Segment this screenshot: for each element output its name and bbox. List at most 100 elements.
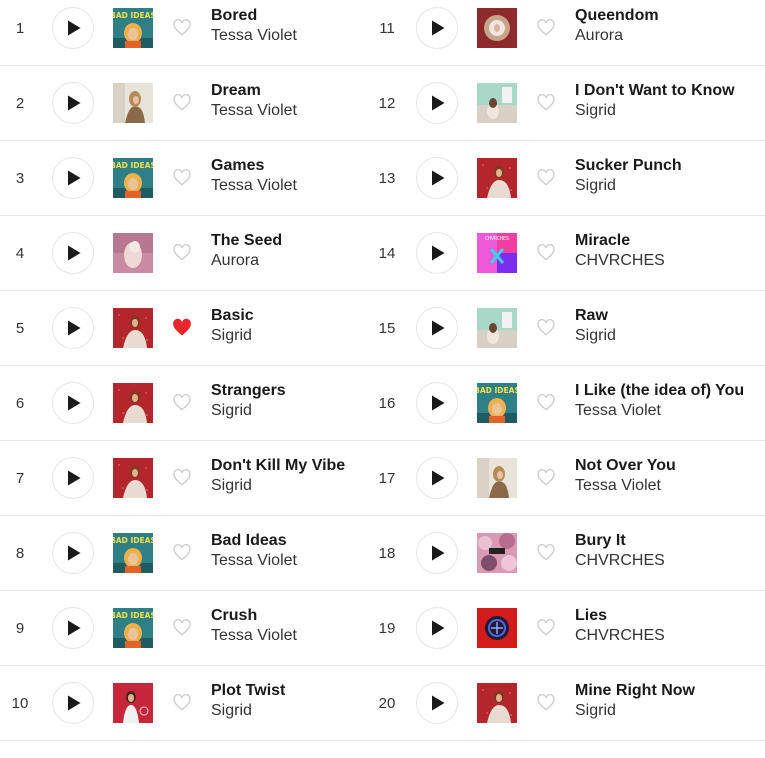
heart-icon[interactable]	[536, 243, 556, 263]
heart-icon[interactable]	[536, 618, 556, 638]
track-row[interactable]: 2 Dream Tessa Violet	[0, 66, 365, 141]
play-button[interactable]	[52, 382, 94, 424]
heart-icon[interactable]	[536, 693, 556, 713]
play-button[interactable]	[52, 607, 94, 649]
track-artist[interactable]: Sigrid	[575, 702, 616, 720]
track-artist[interactable]: Tessa Violet	[211, 102, 297, 120]
track-title[interactable]: Miracle	[575, 232, 630, 250]
track-title[interactable]: The Seed	[211, 232, 282, 250]
track-title[interactable]: Plot Twist	[211, 682, 285, 700]
track-row[interactable]: 3 BAD IDEAS Games Tessa Violet	[0, 141, 365, 216]
track-row[interactable]: 15 Raw Sigrid	[365, 291, 765, 366]
track-artist[interactable]: Sigrid	[575, 177, 616, 195]
track-title[interactable]: Bad Ideas	[211, 532, 287, 550]
track-artist[interactable]: Tessa Violet	[211, 177, 297, 195]
track-row[interactable]: 4 The Seed Aurora	[0, 216, 365, 291]
track-title[interactable]: Bored	[211, 7, 257, 25]
heart-icon[interactable]	[536, 468, 556, 488]
track-artist[interactable]: Sigrid	[211, 402, 252, 420]
play-button[interactable]	[416, 7, 458, 49]
play-button[interactable]	[52, 682, 94, 724]
track-title[interactable]: Crush	[211, 607, 257, 625]
play-button[interactable]	[416, 532, 458, 574]
heart-icon[interactable]	[172, 93, 192, 113]
track-title[interactable]: I Don't Want to Know	[575, 82, 735, 100]
heart-icon[interactable]	[172, 393, 192, 413]
heart-icon[interactable]	[172, 18, 192, 38]
track-row[interactable]: 16 BAD IDEAS I Like (the idea of) You Tessa…	[365, 366, 765, 441]
track-title[interactable]: Strangers	[211, 382, 286, 400]
track-title[interactable]: Queendom	[575, 7, 659, 25]
heart-icon[interactable]	[536, 168, 556, 188]
track-row[interactable]: 11 Queendom Aurora	[365, 0, 765, 66]
play-button[interactable]	[52, 157, 94, 199]
play-button[interactable]	[416, 457, 458, 499]
track-artist[interactable]: Aurora	[575, 27, 623, 45]
play-button[interactable]	[416, 307, 458, 349]
track-artist[interactable]: Tessa Violet	[575, 477, 661, 495]
heart-icon[interactable]	[172, 468, 192, 488]
track-title[interactable]: Dream	[211, 82, 261, 100]
track-row[interactable]: 20 Mine Right Now Sigrid	[365, 666, 765, 741]
track-artist[interactable]: Sigrid	[211, 702, 252, 720]
heart-icon[interactable]	[536, 543, 556, 563]
play-button[interactable]	[416, 607, 458, 649]
track-title[interactable]: I Like (the idea of) You	[575, 382, 744, 400]
play-button[interactable]	[416, 382, 458, 424]
track-title[interactable]: Not Over You	[575, 457, 676, 475]
heart-icon[interactable]	[536, 318, 556, 338]
track-title[interactable]: Basic	[211, 307, 254, 325]
track-title[interactable]: Raw	[575, 307, 608, 325]
play-button[interactable]	[52, 307, 94, 349]
track-title[interactable]: Lies	[575, 607, 607, 625]
play-button[interactable]	[416, 682, 458, 724]
heart-icon[interactable]	[172, 618, 192, 638]
track-artist[interactable]: Tessa Violet	[575, 402, 661, 420]
play-button[interactable]	[416, 157, 458, 199]
play-button[interactable]	[52, 532, 94, 574]
track-row[interactable]: 19 Lies CHVRCHES	[365, 591, 765, 666]
track-artist[interactable]: Sigrid	[575, 102, 616, 120]
heart-icon[interactable]	[536, 18, 556, 38]
track-row[interactable]: 13 Sucker Punch Sigrid	[365, 141, 765, 216]
track-title[interactable]: Games	[211, 157, 264, 175]
track-title[interactable]: Mine Right Now	[575, 682, 695, 700]
play-button[interactable]	[52, 7, 94, 49]
track-title[interactable]: Don't Kill My Vibe	[211, 457, 345, 475]
track-row[interactable]: 14 CHVRCHES Miracle CHVRCHES	[365, 216, 765, 291]
track-artist[interactable]: CHVRCHES	[575, 627, 665, 645]
heart-icon[interactable]	[172, 243, 192, 263]
track-row[interactable]: 8 BAD IDEAS Bad Ideas Tessa Violet	[0, 516, 365, 591]
track-artist[interactable]: Sigrid	[211, 477, 252, 495]
play-button[interactable]	[52, 457, 94, 499]
heart-icon[interactable]	[536, 393, 556, 413]
track-row[interactable]: 18 Bury It CHVRCHES	[365, 516, 765, 591]
track-row[interactable]: 6 Strangers Sigrid	[0, 366, 365, 441]
track-row[interactable]: 1 BAD IDEAS Bored Tessa Violet	[0, 0, 365, 66]
play-button[interactable]	[416, 82, 458, 124]
track-artist[interactable]: Tessa Violet	[211, 27, 297, 45]
heart-icon[interactable]	[172, 318, 192, 338]
track-artist[interactable]: Tessa Violet	[211, 552, 297, 570]
track-title[interactable]: Bury It	[575, 532, 626, 550]
track-artist[interactable]: Aurora	[211, 252, 259, 270]
track-row[interactable]: 7 Don't Kill My Vibe Sigrid	[0, 441, 365, 516]
track-row[interactable]: 17 Not Over You Tessa Violet	[365, 441, 765, 516]
play-button[interactable]	[416, 232, 458, 274]
track-row[interactable]: 10 Plot Twist Sigrid	[0, 666, 365, 741]
heart-icon[interactable]	[172, 693, 192, 713]
track-title[interactable]: Sucker Punch	[575, 157, 682, 175]
play-button[interactable]	[52, 82, 94, 124]
track-artist[interactable]: CHVRCHES	[575, 252, 665, 270]
heart-icon[interactable]	[172, 168, 192, 188]
track-artist[interactable]: CHVRCHES	[575, 552, 665, 570]
play-button[interactable]	[52, 232, 94, 274]
track-artist[interactable]: Tessa Violet	[211, 627, 297, 645]
track-row[interactable]: 5 Basic Sigrid	[0, 291, 365, 366]
track-artist[interactable]: Sigrid	[575, 327, 616, 345]
heart-icon[interactable]	[172, 543, 192, 563]
track-row[interactable]: 9 BAD IDEAS Crush Tessa Violet	[0, 591, 365, 666]
track-row[interactable]: 12 I Don't Want to Know Sigrid	[365, 66, 765, 141]
track-artist[interactable]: Sigrid	[211, 327, 252, 345]
heart-icon[interactable]	[536, 93, 556, 113]
